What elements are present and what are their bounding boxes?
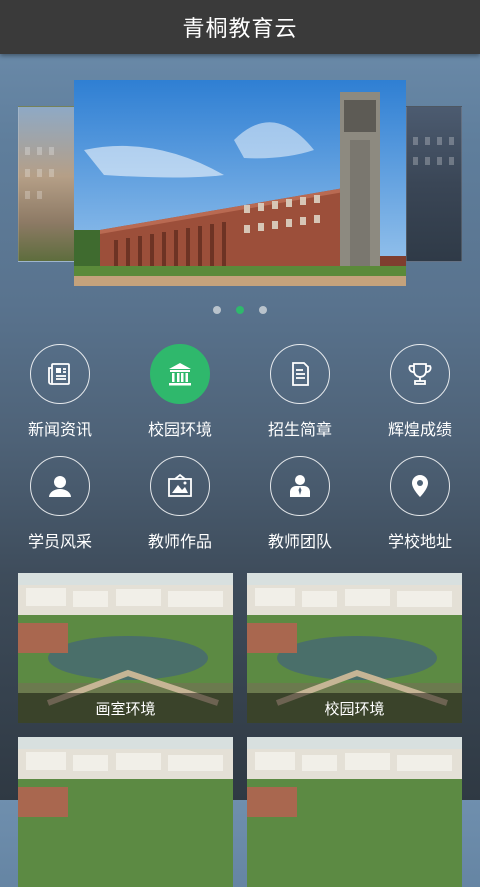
- gallery-item-campus[interactable]: 校园环境: [247, 573, 462, 723]
- app-header: 青桐教育云: [0, 0, 480, 54]
- gallery-item-studio[interactable]: 画室环境: [18, 573, 233, 723]
- picture-frame-icon: [150, 456, 210, 516]
- menu-label: 辉煌成绩: [387, 420, 452, 439]
- menu-item-campus[interactable]: 校园环境: [120, 344, 240, 456]
- carousel-next-slide[interactable]: [406, 106, 462, 262]
- menu-label: 教师团队: [267, 532, 332, 551]
- menu-label: 校园环境: [147, 420, 212, 439]
- banner-carousel[interactable]: [0, 54, 480, 324]
- carousel-dot[interactable]: [213, 306, 221, 314]
- feature-menu: 新闻资讯 校园环境 招生简章 辉煌成绩 学员风采 教师作品 教师团队 学校地址: [0, 344, 480, 568]
- campus-building-icon: [150, 344, 210, 404]
- location-pin-icon: [390, 456, 450, 516]
- menu-item-achievements[interactable]: 辉煌成绩: [360, 344, 480, 456]
- teacher-icon: [270, 456, 330, 516]
- menu-label: 新闻资讯: [27, 420, 92, 439]
- gallery-caption: 画室环境: [18, 693, 233, 723]
- carousel-dot[interactable]: [259, 306, 267, 314]
- gallery-item[interactable]: [247, 737, 462, 887]
- carousel-current-slide[interactable]: [74, 80, 406, 286]
- menu-item-address[interactable]: 学校地址: [360, 456, 480, 568]
- menu-label: 学员风采: [27, 532, 92, 551]
- menu-label: 教师作品: [147, 532, 212, 551]
- menu-item-news[interactable]: 新闻资讯: [0, 344, 120, 456]
- gallery-item[interactable]: [18, 737, 233, 887]
- carousel-indicator: [0, 306, 480, 314]
- app-title: 青桐教育云: [182, 17, 298, 42]
- menu-item-teacher-team[interactable]: 教师团队: [240, 456, 360, 568]
- student-avatar-icon: [30, 456, 90, 516]
- carousel-dot-active[interactable]: [236, 306, 244, 314]
- menu-item-admissions[interactable]: 招生简章: [240, 344, 360, 456]
- menu-item-teacher-works[interactable]: 教师作品: [120, 456, 240, 568]
- menu-label: 招生简章: [267, 420, 332, 439]
- trophy-icon: [390, 344, 450, 404]
- newspaper-icon: [30, 344, 90, 404]
- carousel-prev-slide[interactable]: [18, 106, 76, 262]
- menu-label: 学校地址: [387, 532, 452, 551]
- menu-item-students[interactable]: 学员风采: [0, 456, 120, 568]
- gallery-caption: 校园环境: [247, 693, 462, 723]
- document-icon: [270, 344, 330, 404]
